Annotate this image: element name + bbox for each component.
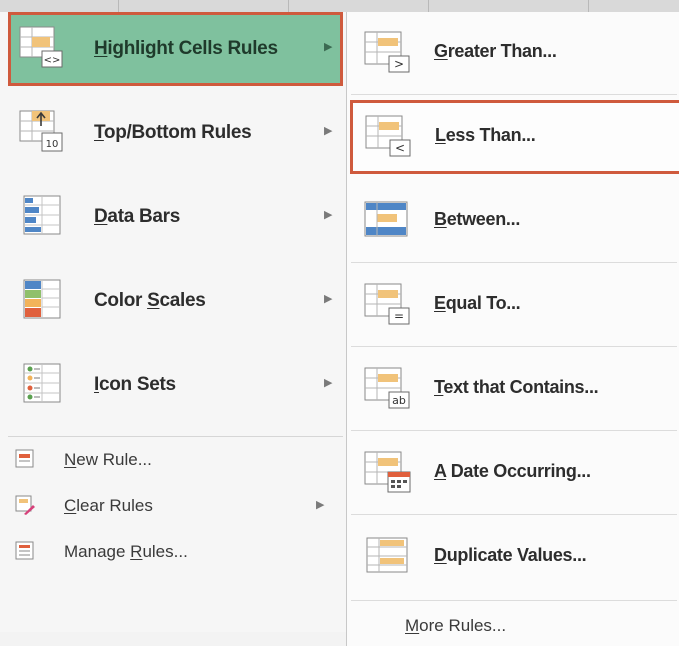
conditional-formatting-menu: <> Highlight Cells Rules ▶ 10 Top/Bottom… [0,12,346,632]
menu-separator [351,346,677,347]
menu-item-label: New Rule... [64,450,152,469]
submenu-item-label: Less Than... [435,125,536,145]
svg-text:ab: ab [392,394,406,407]
svg-text:>: > [394,57,404,71]
menu-separator [351,430,677,431]
color-scales-icon [18,277,66,321]
text-contains-icon: ab [363,366,413,410]
submenu-item-duplicate-values[interactable]: Duplicate Values... [351,520,677,594]
svg-text:<: < [395,141,405,155]
submenu-arrow-icon: ▶ [324,293,333,305]
menu-item-highlight-cells-rules[interactable]: <> Highlight Cells Rules ▶ [8,12,343,86]
menu-separator [351,514,677,515]
icon-sets-icon [18,361,66,405]
submenu-arrow-icon: ▶ [324,125,333,137]
svg-text:<>: <> [44,55,61,66]
submenu-item-label: A Date Occurring... [434,461,591,481]
menu-item-label: Clear Rules [64,496,153,515]
menu-item-new-rule[interactable]: New Rule... [14,442,342,476]
ribbon-segment [118,0,289,12]
ribbon-segment [428,0,589,12]
submenu-item-between[interactable]: Between... [351,184,677,258]
menu-separator [351,600,677,601]
submenu-item-label: Greater Than... [434,41,557,61]
menu-item-top-bottom-rules[interactable]: 10 Top/Bottom Rules ▶ [8,96,343,170]
date-occurring-icon [363,450,413,494]
menu-separator [351,94,677,95]
top-ribbon-strip [0,0,679,12]
menu-item-data-bars[interactable]: Data Bars ▶ [8,180,343,254]
less-than-icon: < [364,114,414,158]
submenu-item-text-that-contains[interactable]: ab Text that Contains... [351,352,677,426]
menu-item-label: Color Scales [94,290,206,311]
highlight-cells-rules-icon: <> [18,25,66,69]
data-bars-icon [18,193,66,237]
menu-item-label: Icon Sets [94,374,176,395]
duplicate-values-icon [363,534,413,578]
svg-text:10: 10 [46,139,59,150]
menu-item-label: Data Bars [94,206,181,227]
manage-rules-icon [14,540,36,562]
menu-separator [8,436,343,437]
submenu-arrow-icon: ▶ [324,41,333,53]
menu-item-icon-sets[interactable]: Icon Sets ▶ [8,348,343,422]
submenu-item-label: Equal To... [434,293,521,313]
equal-to-icon: = [363,282,413,326]
submenu-item-label: Between... [434,209,521,229]
submenu-arrow-icon: ▶ [324,209,333,221]
menu-item-label: Highlight Cells Rules [94,38,278,59]
submenu-item-label: Text that Contains... [434,377,599,397]
ribbon-segment [0,0,119,12]
menu-item-clear-rules[interactable]: Clear Rules ▶ [14,488,342,522]
menu-item-label: Top/Bottom Rules [94,122,252,143]
svg-text:=: = [394,309,404,323]
new-rule-icon [14,448,36,470]
menu-item-manage-rules[interactable]: Manage Rules... [14,534,342,568]
menu-separator [351,262,677,263]
submenu-item-label: Duplicate Values... [434,545,587,565]
submenu-item-greater-than[interactable]: > Greater Than... [351,16,677,90]
submenu-item-date-occurring[interactable]: A Date Occurring... [351,436,677,510]
clear-rules-icon [14,494,36,516]
greater-than-icon: > [363,30,413,74]
between-icon [363,198,413,242]
submenu-arrow-icon: ▶ [324,377,333,389]
highlight-cells-rules-submenu: > Greater Than... < Less Than... Between… [346,12,679,646]
more-rules-link[interactable]: More Rules... [405,616,506,636]
menu-item-color-scales[interactable]: Color Scales ▶ [8,264,343,338]
ribbon-segment [288,0,429,12]
submenu-arrow-icon: ▶ [316,499,325,511]
top-bottom-rules-icon: 10 [18,109,66,153]
menu-item-label: Manage Rules... [64,542,188,561]
submenu-item-less-than[interactable]: < Less Than... [350,100,679,174]
submenu-item-equal-to[interactable]: = Equal To... [351,268,677,342]
